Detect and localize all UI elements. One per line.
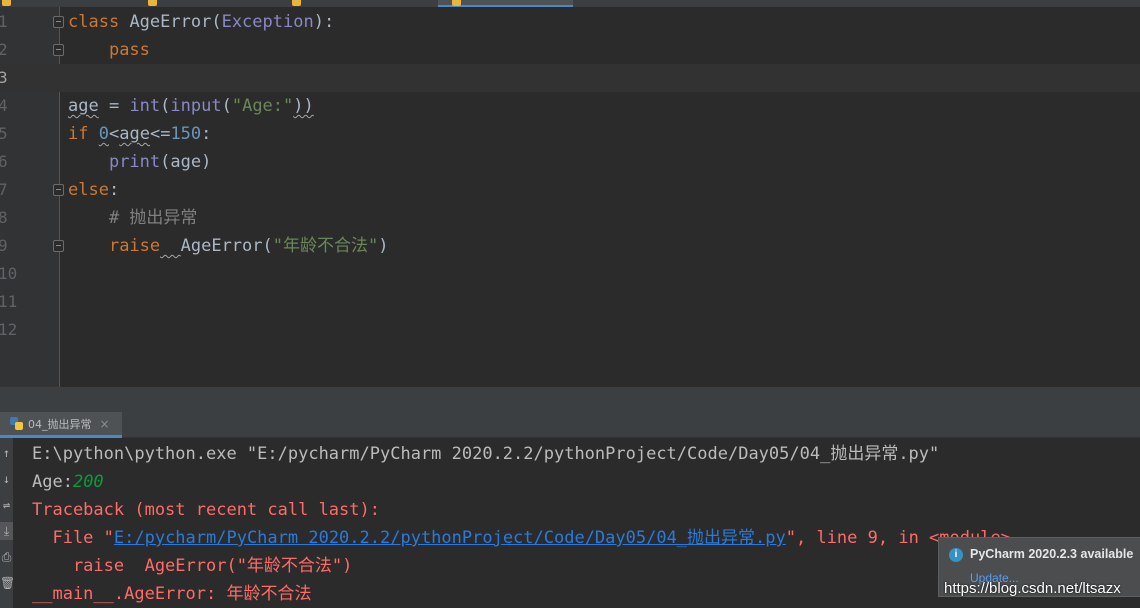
console-input-line: Age:200	[32, 468, 104, 496]
arguments: (age)	[160, 152, 212, 172]
line-number: 10	[0, 264, 18, 283]
run-tab[interactable]: 04_抛出异常 ×	[0, 412, 122, 438]
code-line[interactable]: 10	[0, 260, 1140, 288]
builtin-name: Exception	[221, 12, 314, 32]
console-command-line: E:\python\python.exe "E:/pycharm/PyCharm…	[32, 444, 940, 464]
trash-icon[interactable]: 🗑	[0, 574, 15, 592]
line-number: 3	[0, 68, 8, 87]
code-line[interactable]: 12	[0, 316, 1140, 344]
fold-icon[interactable]	[53, 16, 64, 28]
editor-tab[interactable]	[140, 0, 280, 7]
operator: <=	[149, 124, 171, 144]
info-icon: i	[949, 548, 963, 562]
keyword: else	[68, 180, 109, 200]
editor-tab-active[interactable]	[438, 0, 573, 7]
fold-icon[interactable]	[53, 44, 64, 56]
line-number: 9	[0, 236, 8, 255]
line-number: 4	[0, 96, 8, 115]
tool-window-divider[interactable]	[0, 387, 1140, 412]
code-line[interactable]: 11	[0, 288, 1140, 316]
string-literal: "Age:"	[231, 96, 294, 116]
line-number: 8	[0, 208, 8, 227]
arrow-up-icon[interactable]: ↑	[0, 444, 13, 462]
class-name: AgeError	[129, 12, 212, 32]
scroll-to-end-icon[interactable]: ⤓	[0, 522, 13, 540]
line-number: 2	[0, 40, 8, 59]
punctuation: (	[211, 12, 222, 32]
editor-tab-strip	[0, 0, 1140, 7]
punctuation: )	[378, 236, 389, 256]
operator: =	[98, 96, 130, 116]
number-literal: 150	[170, 124, 202, 144]
punctuation: ):	[313, 12, 335, 32]
operator: <	[108, 124, 120, 144]
notification-title: PyCharm 2020.2.3 available	[970, 547, 1134, 561]
punctuation: :	[201, 124, 212, 144]
line-number: 12	[0, 320, 18, 339]
line-number: 7	[0, 180, 8, 199]
code-line[interactable]: 2 pass	[0, 36, 1140, 64]
code-line[interactable]: 6 print(age)	[0, 148, 1140, 176]
line-number: 6	[0, 152, 8, 171]
number-literal: 0	[98, 124, 109, 144]
variable: age	[68, 96, 99, 116]
punctuation: (	[221, 96, 232, 116]
soft-wrap-icon[interactable]: ⇌	[0, 496, 13, 514]
code-line[interactable]: 8 # 抛出异常	[0, 204, 1140, 232]
line-number: 5	[0, 124, 8, 143]
keyword: raise	[108, 236, 161, 256]
python-file-icon	[452, 0, 461, 6]
keyword: class	[68, 12, 120, 32]
print-icon[interactable]: ⎙	[0, 548, 13, 566]
punctuation: ))	[293, 96, 314, 116]
error-message-line: __main__.AgeError: 年龄不合法	[32, 584, 312, 604]
builtin-name: input	[170, 96, 222, 116]
traceback-file-line: File "E:/pycharm/PyCharm 2020.2.2/python…	[32, 524, 1010, 552]
line-number: 1	[0, 12, 8, 31]
editor-tab[interactable]	[0, 0, 130, 7]
editor-tab[interactable]	[290, 0, 430, 7]
python-file-icon	[292, 0, 301, 6]
keyword: if	[68, 124, 89, 144]
close-icon[interactable]: ×	[100, 417, 110, 431]
file-link[interactable]: E:/pycharm/PyCharm 2020.2.2/pythonProjec…	[114, 528, 786, 548]
code-line[interactable]: 5 if 0<age<=150:	[0, 120, 1140, 148]
punctuation: :	[108, 180, 120, 200]
code-line-current[interactable]: 3	[0, 64, 1140, 92]
code-line[interactable]: 4 age = int(input("Age:"))	[0, 92, 1140, 120]
code-line[interactable]: 7 else:	[0, 176, 1140, 204]
code-line[interactable]: 9 raise AgeError("年龄不合法")	[0, 232, 1140, 260]
user-input: 200	[72, 472, 104, 492]
string-literal: "年龄不合法"	[272, 236, 379, 256]
code-editor[interactable]: 1 class AgeError(Exception): 2 pass 3 4 …	[0, 7, 1140, 387]
input-prompt: Age:	[32, 472, 73, 492]
python-file-icon	[2, 0, 11, 6]
python-file-icon	[148, 0, 157, 6]
builtin-name: int	[129, 96, 161, 116]
run-tab-bar: 04_抛出异常 ×	[0, 412, 1140, 438]
run-tab-label: 04_抛出异常	[28, 417, 92, 431]
arrow-down-icon[interactable]: ↓	[0, 470, 13, 488]
keyword: pass	[108, 40, 150, 60]
punctuation: (	[160, 96, 171, 116]
watermark: https://blog.csdn.net/ltsazx	[944, 580, 1121, 597]
fold-icon[interactable]	[53, 240, 64, 252]
traceback-code-line: raise AgeError("年龄不合法")	[32, 556, 353, 576]
file-prefix: File "	[32, 528, 114, 548]
builtin-name: print	[108, 152, 161, 172]
code-line[interactable]: 1 class AgeError(Exception):	[0, 8, 1140, 36]
class-name: AgeError(	[180, 236, 273, 256]
python-icon	[10, 417, 23, 430]
line-number: 11	[0, 292, 18, 311]
variable: age	[119, 124, 150, 144]
run-side-toolbar: ↑ ↓ ⇌ ⤓ ⎙ 🗑	[0, 438, 15, 608]
traceback-header: Traceback (most recent call last):	[32, 500, 380, 520]
comment: # 抛出异常	[108, 208, 198, 228]
fold-icon[interactable]	[53, 184, 64, 196]
